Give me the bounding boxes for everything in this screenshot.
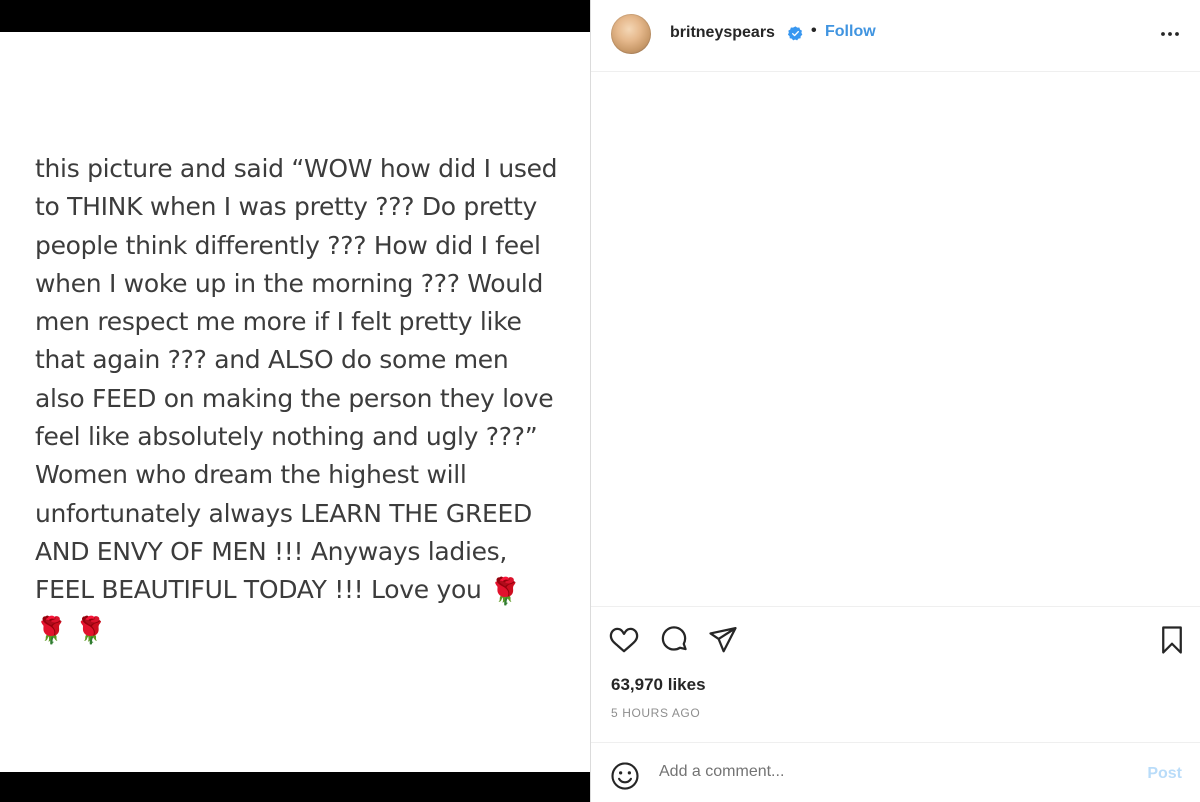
- verified-badge-icon: [788, 26, 803, 41]
- text-line: AND ENVY OF MEN !!! Anyways ladies,: [35, 536, 508, 566]
- username[interactable]: britneyspears: [670, 24, 775, 42]
- text-line: that again ??? and ALSO do some men: [35, 345, 509, 375]
- image-letterbox-top: [0, 0, 590, 32]
- bookmark-icon[interactable]: [1157, 625, 1187, 655]
- rose-icon: 🌹: [489, 577, 522, 608]
- more-options-icon[interactable]: [1158, 22, 1182, 46]
- post-actions: 63,970 likes 5 HOURS AGO: [591, 606, 1200, 742]
- follow-button[interactable]: Follow: [825, 23, 876, 41]
- text-line: FEEL BEAUTIFUL TODAY !!! Love you: [35, 575, 482, 605]
- comment-box: Post: [591, 742, 1200, 802]
- likes-count[interactable]: 63,970 likes: [611, 675, 706, 695]
- roses-line: 🌹 🌹: [35, 610, 565, 648]
- text-line: people think differently ??? How did I f…: [35, 230, 541, 260]
- comment-input[interactable]: [659, 760, 1119, 784]
- post-image-text: this picture and said “WOW how did I use…: [35, 150, 565, 648]
- post-image: this picture and said “WOW how did I use…: [0, 0, 590, 802]
- text-line: feel like absolutely nothing and ugly ??…: [35, 422, 538, 452]
- post-header: britneyspears • Follow: [591, 0, 1200, 72]
- image-letterbox-bottom: [0, 772, 590, 802]
- text-line: to THINK when I was pretty ??? Do pretty: [35, 192, 538, 222]
- heart-icon[interactable]: [609, 625, 639, 655]
- text-line: Women who dream the highest will: [35, 460, 467, 490]
- text-line: also FEED on making the person they love: [35, 383, 554, 413]
- text-line: unfortunately always LEARN THE GREED: [35, 498, 532, 528]
- text-line: men respect me more if I felt pretty lik…: [35, 307, 522, 337]
- rose-icon: 🌹: [74, 615, 107, 646]
- text-line-last: FEEL BEAUTIFUL TODAY !!! Love you 🌹: [35, 571, 565, 609]
- rose-icon: 🌹: [35, 615, 68, 646]
- text-line: when I woke up in the morning ??? Would: [35, 268, 544, 298]
- post-timestamp[interactable]: 5 HOURS AGO: [611, 706, 700, 720]
- separator-dot: •: [811, 22, 817, 39]
- emoji-icon[interactable]: [610, 761, 640, 791]
- text-line: this picture and said “WOW how did I use…: [35, 154, 558, 183]
- share-icon[interactable]: [708, 625, 738, 655]
- post-comment-button[interactable]: Post: [1147, 765, 1182, 783]
- comment-icon[interactable]: [659, 625, 689, 655]
- avatar[interactable]: [611, 14, 651, 54]
